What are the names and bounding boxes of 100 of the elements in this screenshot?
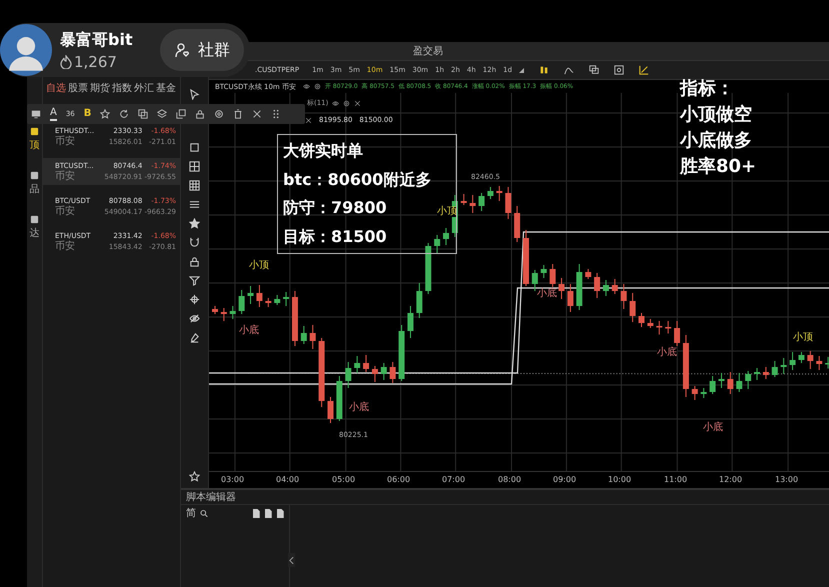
lock-icon[interactable] [189,256,200,267]
close-icon[interactable] [354,100,362,106]
eye-icon[interactable] [302,83,310,90]
candlestick [523,230,529,286]
candlestick [762,366,769,380]
avatar-icon [0,24,52,76]
nav-icon[interactable] [30,215,39,224]
exchange-text: 币安 [55,242,76,252]
trash-icon[interactable] [233,109,244,119]
time-label: 13:00 [775,475,798,484]
nav-label[interactable]: 顶 [30,140,40,151]
candlestick [398,324,405,382]
magnet-icon[interactable] [189,237,200,248]
candlestick [354,356,360,374]
bold-tool[interactable]: B [84,108,92,120]
candlestick [220,308,227,322]
nav-label[interactable]: 品 [30,184,40,195]
candlestick [727,372,734,394]
lock-icon[interactable] [195,109,206,119]
eraser-icon[interactable] [189,332,200,343]
candlestick [816,356,822,370]
settings-icon[interactable] [314,83,321,90]
cursor-icon[interactable] [189,89,200,100]
copy-icon[interactable] [138,109,148,119]
panel-title: 脚本编辑器 [186,490,236,504]
candlestick [248,286,254,304]
settings-icon[interactable] [343,100,350,106]
candlestick [505,186,512,220]
time-label: 04:00 [276,475,300,484]
indicator-icon[interactable] [564,65,574,75]
signal-text: 大饼实时单 [283,140,363,162]
watchlist-tab[interactable]: 期货 [90,81,110,95]
candlestick [602,280,609,296]
nav-icon[interactable] [30,127,39,136]
star-outline-icon[interactable] [189,471,200,482]
exchange-text: 币安 [55,137,76,147]
candlestick [612,278,618,294]
candlestick [718,372,724,388]
community-button[interactable]: 社群 [160,29,244,71]
filter-toggle[interactable]: 简 [186,506,196,520]
star-icon[interactable] [189,218,200,229]
close-icon[interactable] [305,116,312,124]
candlestick [443,228,450,246]
strategy-text: 小底做多 [680,130,753,151]
candlestick [567,284,574,312]
candlestick [700,388,707,398]
layout-icon[interactable] [189,161,200,172]
refresh-icon[interactable] [119,109,130,119]
signal-marker: 小顶 [249,261,269,271]
screenshot-icon[interactable] [614,65,624,75]
drag-handle-icon[interactable] [271,109,282,119]
filter-icon[interactable] [189,275,200,286]
candlestick [736,372,742,392]
eye-icon[interactable] [189,313,200,324]
star-outline-icon[interactable] [100,109,110,119]
candlestick [790,352,796,370]
duplicate-icon[interactable] [176,109,186,119]
search-icon[interactable] [200,508,208,518]
time-label: 11:00 [664,475,688,484]
candlestick [265,298,272,308]
candlestick [576,264,582,310]
windows-icon[interactable] [589,65,600,75]
dropdown-icon[interactable] [519,68,524,72]
candlestick [425,242,432,294]
nav-icon[interactable] [30,171,39,180]
time-label: 06:00 [387,475,410,484]
candlestick [390,362,396,384]
text-color-tool[interactable]: A [50,107,57,121]
watchlist-tab[interactable]: 外汇 [134,81,154,95]
settings-icon[interactable] [214,109,224,119]
candlestick [300,326,307,344]
watchlist-tab[interactable]: 自选 [46,81,66,95]
close-icon[interactable] [252,109,262,119]
candlestick [638,312,644,328]
candlestick [540,264,547,278]
nav-label[interactable]: 达 [30,228,40,239]
lines-icon[interactable] [189,199,200,210]
watchlist-tab[interactable]: 指数 [112,81,132,95]
candlestick [318,338,325,408]
watchlist-tab[interactable]: 基金 [156,81,176,95]
strategy-text: 胜率80+ [680,156,756,177]
candlestick [470,194,476,214]
flame-icon [60,54,72,68]
strategy-text: 指标： [680,78,735,99]
eye-icon[interactable] [332,100,340,106]
signal-text: 防守：79800 [283,197,387,220]
square-icon[interactable] [189,142,200,153]
grid-icon[interactable] [189,180,200,191]
streamer-name: 暴富哥bit [60,30,133,50]
time-label: 03:00 [221,475,244,484]
candlestick [710,376,716,394]
watchlist-tab[interactable]: 股票 [68,81,88,95]
candlestick [238,290,245,314]
monitor-icon[interactable] [31,109,41,119]
target-icon[interactable] [189,294,200,305]
ruler-pencil-icon[interactable] [639,65,650,75]
collapse-handle[interactable] [288,553,295,567]
candlestick [434,234,440,254]
layers-icon[interactable] [157,109,168,119]
candlestick-icon[interactable] [539,65,550,75]
